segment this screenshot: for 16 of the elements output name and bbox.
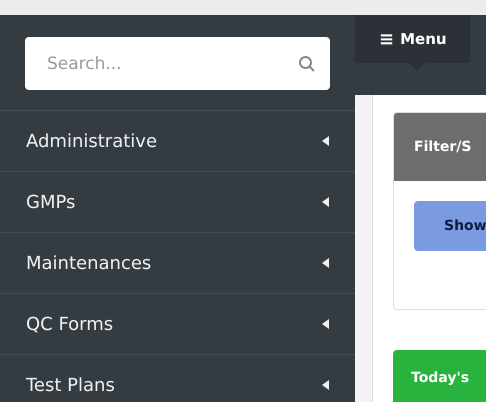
card-title: Today's [393,350,486,402]
search-field[interactable]: Search... [25,37,330,90]
menu-button[interactable]: ≡ Menu [355,15,470,63]
search-icon [298,55,316,73]
show-button[interactable]: Show [414,201,486,251]
sidebar-item[interactable]: Administrative [0,110,355,171]
card-title: Filter/S [394,113,486,181]
caret-left-icon [322,258,329,268]
sidebar-item[interactable]: GMPs [0,171,355,232]
caret-left-icon [322,380,329,390]
caret-left-icon [322,319,329,329]
sidebar-item[interactable]: Maintenances [0,232,355,293]
sidebar-item[interactable]: QC Forms [0,293,355,354]
caret-left-icon [322,136,329,146]
caret-left-icon [322,197,329,207]
sidebar-item[interactable]: Test Plans [0,354,355,402]
